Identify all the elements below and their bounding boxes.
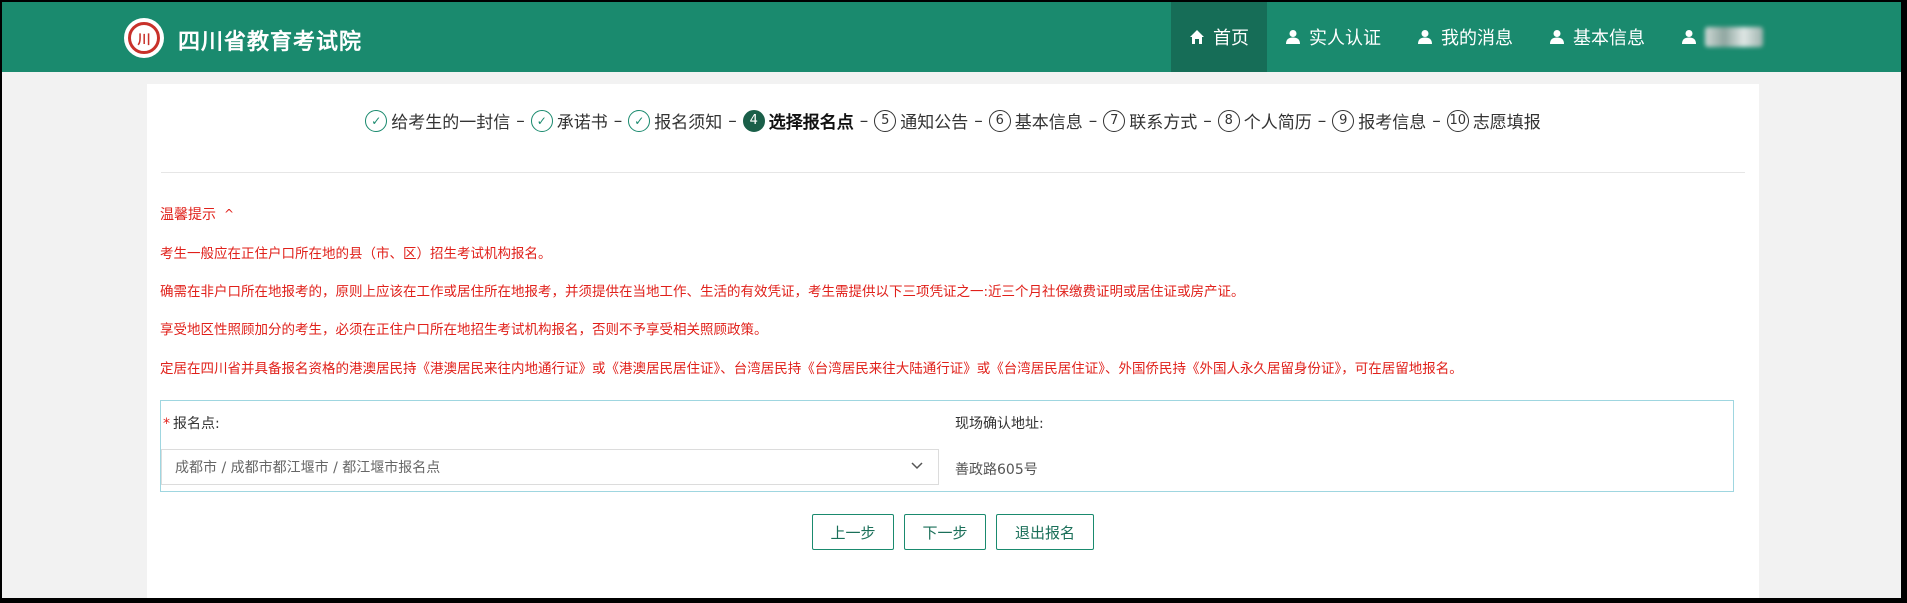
step-number: 4 — [742, 109, 765, 132]
step-separator: – — [974, 110, 983, 131]
tip-line: 定居在四川省并具备报名资格的港澳居民持《港澳居民来往内地通行证》或《港澳居民居住… — [160, 361, 1463, 377]
step-label: 基本信息 — [1014, 113, 1083, 133]
step-label: 联系方式 — [1129, 113, 1198, 133]
step-announcement: 5 通知公告 — [874, 108, 968, 133]
step-separator: – — [1432, 110, 1441, 131]
nav-item-identity-verification[interactable]: 实人认证 — [1267, 2, 1399, 72]
step-label: 个人简历 — [1243, 113, 1312, 133]
main-card: ✓ 给考生的一封信 – ✓ 承诺书 – ✓ 报名须知 – 4 选择报名点 – 5… — [147, 84, 1759, 598]
step-preferences: 10 志愿填报 — [1446, 108, 1541, 133]
step-contact: 7 联系方式 — [1103, 108, 1197, 133]
logo: 川 — [124, 18, 164, 58]
steps-divider — [161, 172, 1745, 173]
step-label: 志愿填报 — [1472, 113, 1541, 133]
step-separator: – — [859, 110, 869, 131]
tip-line: 考生一般应在正住户口所在地的县（市、区）招生考试机构报名。 — [160, 246, 552, 262]
site-title: 四川省教育考试院 — [178, 30, 363, 55]
step-separator: – — [1203, 110, 1212, 131]
step-number: 8 — [1217, 109, 1240, 132]
step-number: 7 — [1103, 109, 1126, 132]
nav-item-home[interactable]: 首页 — [1171, 2, 1267, 72]
step-label: 选择报名点 — [768, 113, 854, 133]
step-letter: ✓ 给考生的一封信 — [365, 108, 510, 133]
nav-item-label: 我的消息 — [1441, 28, 1513, 49]
nav-item-user-account[interactable] — [1663, 2, 1781, 72]
step-number: 9 — [1332, 109, 1355, 132]
address-value: 善政路605号 — [955, 462, 1038, 478]
nav-item-my-messages[interactable]: 我的消息 — [1399, 2, 1531, 72]
site-select[interactable]: 成都市 / 成都市都江堰市 / 都江堰市报名点 — [161, 449, 939, 485]
step-number: 6 — [988, 109, 1011, 132]
nav-item-basic-info[interactable]: 基本信息 — [1531, 2, 1663, 72]
step-separator: – — [613, 110, 623, 131]
step-separator: – — [1317, 110, 1327, 131]
tips-title: 温馨提示 — [160, 207, 216, 223]
prev-step-button[interactable]: 上一步 — [812, 514, 894, 550]
check-icon: ✓ — [628, 109, 651, 132]
user-icon — [1549, 29, 1565, 45]
step-separator: – — [728, 110, 737, 131]
step-separator: – — [516, 110, 525, 131]
step-label: 报考信息 — [1358, 113, 1427, 133]
step-label: 通知公告 — [900, 113, 969, 133]
site-label: * 报名点: — [163, 413, 220, 433]
step-label: 承诺书 — [556, 113, 608, 133]
step-number: 5 — [874, 109, 897, 132]
action-buttons: 上一步 下一步 退出报名 — [147, 514, 1759, 550]
step-select-site: 4 选择报名点 — [742, 108, 854, 133]
step-label: 报名须知 — [654, 113, 723, 133]
quit-registration-button[interactable]: 退出报名 — [996, 514, 1094, 550]
main-nav: 首页 实人认证 我的消息 基本信息 — [1171, 2, 1781, 72]
step-exam-info: 9 报考信息 — [1332, 108, 1426, 133]
top-header: 川 四川省教育考试院 首页 实人认证 我的消息 基本信息 — [2, 2, 1901, 72]
site-selection-form: * 报名点: 现场确认地址: 成都市 / 成都市都江堰市 / 都江堰市报名点 善政… — [160, 400, 1734, 492]
step-resume: 8 个人简历 — [1217, 108, 1312, 133]
step-commitment: ✓ 承诺书 — [530, 108, 608, 133]
logo-text: 川 — [137, 32, 151, 48]
site-select-value: 成都市 / 成都市都江堰市 / 都江堰市报名点 — [175, 460, 441, 476]
page-frame: 川 四川省教育考试院 首页 实人认证 我的消息 基本信息 ✓ 给考生的一封信 –… — [2, 2, 1901, 598]
site-label-text: 报名点: — [173, 416, 220, 432]
step-label: 给考生的一封信 — [391, 113, 511, 133]
chevron-up-icon: ^ — [224, 207, 235, 221]
address-label: 现场确认地址: — [955, 416, 1044, 432]
step-basic-info: 6 基本信息 — [988, 108, 1083, 133]
user-icon — [1285, 29, 1301, 45]
tip-line: 确需在非户口所在地报考的，原则上应该在工作或居住所在地报考，并须提供在当地工作、… — [160, 284, 1245, 300]
nav-item-label: 基本信息 — [1573, 28, 1645, 49]
nav-item-label: 首页 — [1213, 28, 1249, 49]
home-icon — [1189, 29, 1205, 45]
nav-item-label: 实人认证 — [1309, 28, 1381, 49]
tips-toggle[interactable]: 温馨提示 ^ — [160, 204, 234, 224]
step-notice: ✓ 报名须知 — [628, 108, 722, 133]
chevron-down-icon — [910, 458, 924, 476]
tip-line: 享受地区性照顾加分的考生，必须在正住户口所在地招生考试机构报名，否则不予享受相关… — [160, 322, 768, 338]
check-icon: ✓ — [530, 109, 553, 132]
check-icon: ✓ — [365, 109, 388, 132]
step-separator: – — [1088, 110, 1098, 131]
user-icon — [1417, 29, 1433, 45]
blurred-username — [1705, 27, 1763, 47]
user-icon — [1681, 29, 1697, 45]
required-mark: * — [163, 416, 170, 432]
next-step-button[interactable]: 下一步 — [904, 514, 986, 550]
logo-seal-icon: 川 — [128, 22, 160, 54]
step-number: 10 — [1446, 109, 1469, 132]
progress-steps: ✓ 给考生的一封信 – ✓ 承诺书 – ✓ 报名须知 – 4 选择报名点 – 5… — [147, 108, 1759, 133]
